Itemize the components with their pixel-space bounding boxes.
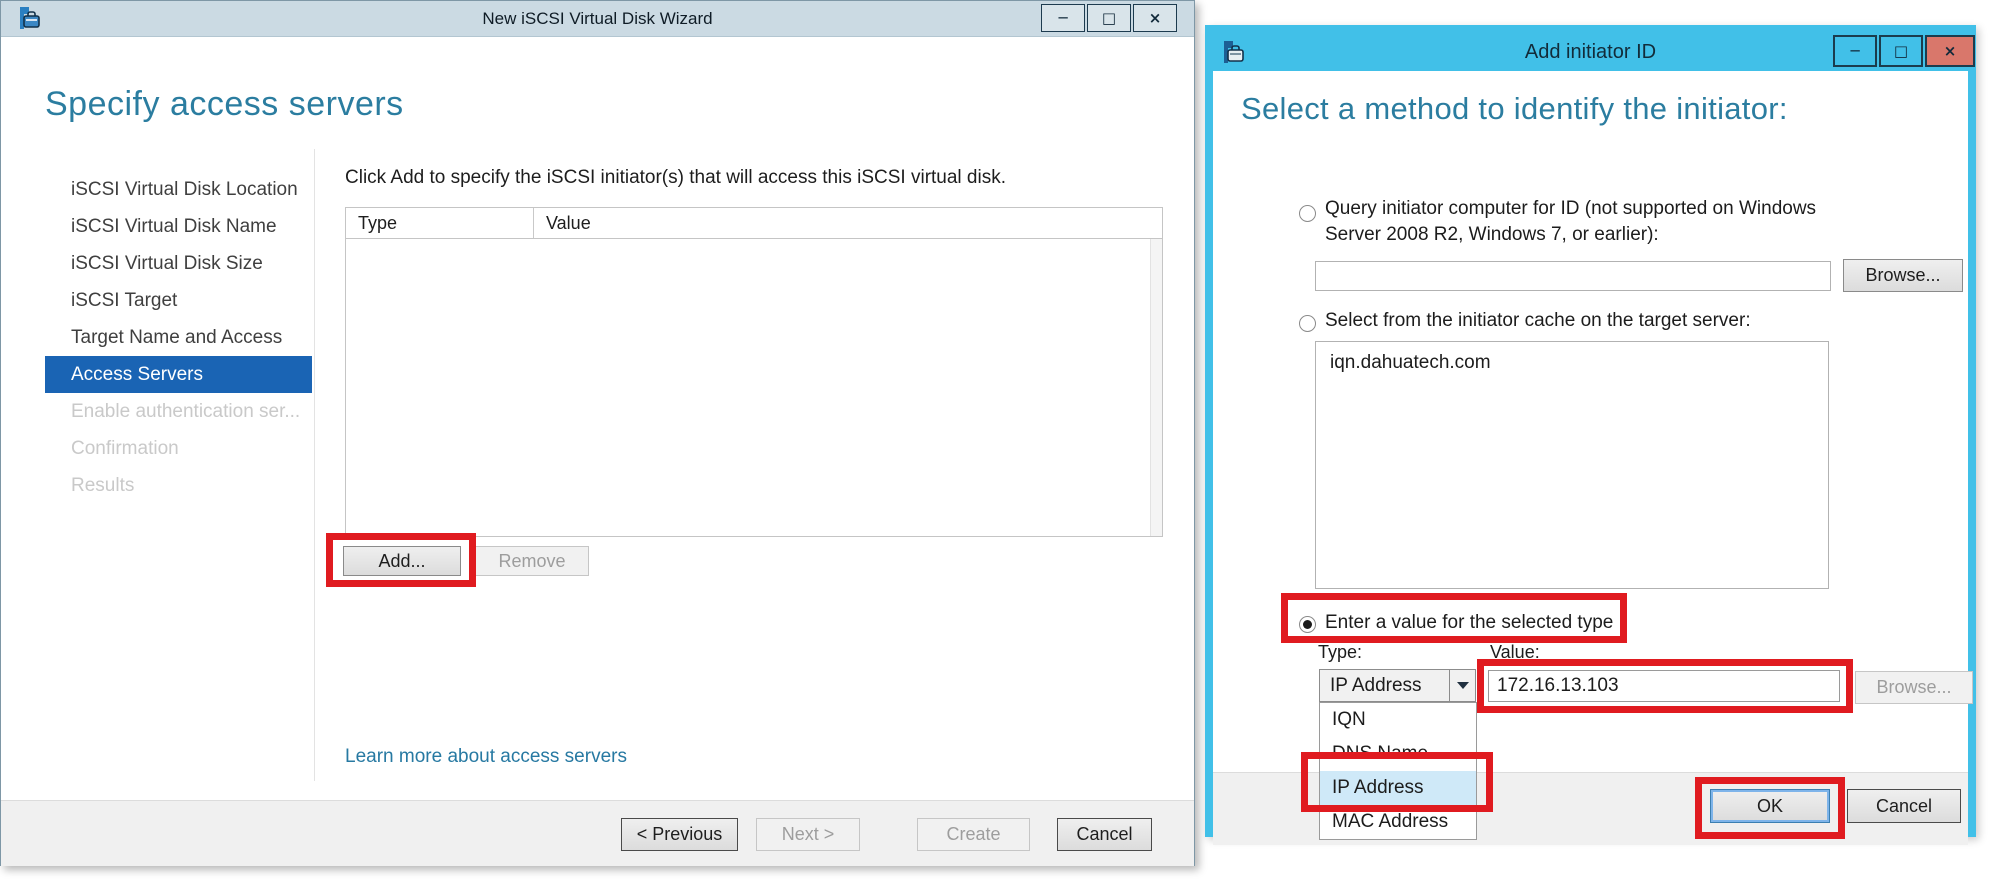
sidebar-item-disk-name[interactable]: iSCSI Virtual Disk Name	[45, 208, 312, 245]
add-button[interactable]: Add...	[343, 546, 461, 576]
sidebar-item-target-name-access[interactable]: Target Name and Access	[45, 319, 312, 356]
remove-button: Remove	[475, 546, 589, 576]
sidebar-item-iscsi-target[interactable]: iSCSI Target	[45, 282, 312, 319]
sidebar-item-confirmation: Confirmation	[45, 430, 312, 467]
initiators-table[interactable]: Type Value	[345, 207, 1163, 537]
previous-button[interactable]: < Previous	[621, 818, 738, 851]
sidebar-item-access-servers[interactable]: Access Servers	[45, 356, 312, 393]
minimize-button[interactable]: ─	[1833, 35, 1877, 67]
add-initiator-id-window: Add initiator ID ─ □ × Select a method t…	[1205, 25, 1976, 837]
page-title: Specify access servers	[45, 85, 404, 124]
type-dropdown-list: IQN DNS Name IP Address MAC Address	[1319, 702, 1477, 840]
dialog-heading: Select a method to identify the initiato…	[1241, 91, 1788, 127]
new-iscsi-virtual-disk-wizard-window: New iSCSI Virtual Disk Wizard ─ □ × Spec…	[0, 0, 1195, 866]
right-title-bar[interactable]: Add initiator ID ─ □ ×	[1213, 33, 1968, 71]
close-button[interactable]: ×	[1133, 4, 1177, 32]
maximize-button[interactable]: □	[1087, 4, 1131, 32]
instruction-text: Click Add to specify the iSCSI initiator…	[345, 167, 1006, 189]
dropdown-option-ip-address[interactable]: IP Address	[1320, 771, 1476, 805]
initiator-cache-list[interactable]: iqn.dahuatech.com	[1315, 341, 1829, 589]
sidebar-item-disk-location[interactable]: iSCSI Virtual Disk Location	[45, 171, 312, 208]
radio-enter-value-label[interactable]: Enter a value for the selected type	[1325, 610, 1613, 636]
column-header-value[interactable]: Value	[534, 208, 1162, 238]
dropdown-arrow-button[interactable]	[1449, 670, 1475, 701]
column-header-type[interactable]: Type	[346, 208, 534, 238]
type-label: Type:	[1318, 642, 1362, 663]
dropdown-option-dns-name[interactable]: DNS Name	[1320, 737, 1476, 771]
table-header: Type Value	[346, 208, 1162, 239]
dropdown-option-iqn[interactable]: IQN	[1320, 703, 1476, 737]
sidebar-item-results: Results	[45, 467, 312, 504]
value-label: Value:	[1490, 642, 1540, 663]
radio-query-initiator-label[interactable]: Query initiator computer for ID (not sup…	[1325, 196, 1870, 248]
window-title: New iSCSI Virtual Disk Wizard	[1, 1, 1194, 37]
cancel-button[interactable]: Cancel	[1847, 789, 1961, 823]
query-id-input[interactable]	[1315, 261, 1831, 291]
chevron-down-icon	[1457, 682, 1469, 689]
type-dropdown[interactable]: IP Address	[1319, 669, 1476, 702]
radio-query-initiator[interactable]	[1299, 205, 1316, 222]
sidebar-item-enable-authentication: Enable authentication ser...	[45, 393, 312, 430]
browse-query-button[interactable]: Browse...	[1843, 259, 1963, 292]
browse-value-button: Browse...	[1855, 671, 1973, 704]
list-item-iqn[interactable]: iqn.dahuatech.com	[1316, 342, 1828, 374]
maximize-button[interactable]: □	[1879, 35, 1923, 67]
table-scrollbar[interactable]	[1150, 239, 1162, 536]
left-title-bar[interactable]: New iSCSI Virtual Disk Wizard ─ □ ×	[1, 1, 1194, 37]
create-button: Create	[917, 818, 1030, 851]
sidebar-divider	[314, 149, 315, 781]
ok-button[interactable]: OK	[1710, 789, 1830, 823]
cancel-button[interactable]: Cancel	[1057, 818, 1152, 851]
radio-enter-value[interactable]	[1299, 616, 1316, 633]
minimize-button[interactable]: ─	[1041, 4, 1085, 32]
learn-more-link[interactable]: Learn more about access servers	[345, 746, 627, 768]
type-dropdown-selected: IP Address	[1330, 670, 1422, 701]
sidebar-item-disk-size[interactable]: iSCSI Virtual Disk Size	[45, 245, 312, 282]
dropdown-option-mac-address[interactable]: MAC Address	[1320, 805, 1476, 839]
wizard-step-list: iSCSI Virtual Disk Location iSCSI Virtua…	[45, 171, 312, 504]
close-icon[interactable]: ×	[1925, 35, 1975, 67]
radio-initiator-cache-label[interactable]: Select from the initiator cache on the t…	[1325, 308, 1751, 334]
radio-initiator-cache[interactable]	[1299, 315, 1316, 332]
desktop: New iSCSI Virtual Disk Wizard ─ □ × Spec…	[0, 0, 2000, 881]
next-button: Next >	[756, 818, 860, 851]
value-input[interactable]	[1488, 670, 1840, 702]
